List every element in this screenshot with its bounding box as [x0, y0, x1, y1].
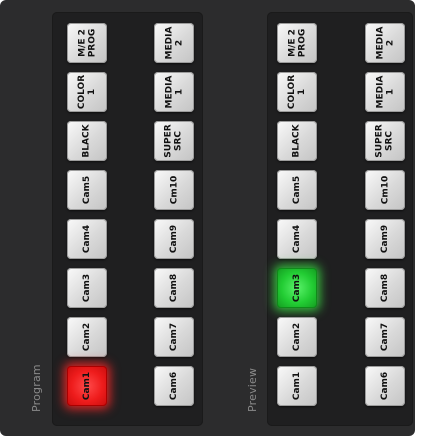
btn-text-line-1: Cam8 — [168, 273, 179, 303]
btn-text-line-1: Cam1 — [291, 371, 302, 401]
btn-text-line-1: Cam7 — [379, 322, 390, 352]
btn-text-line-1: Cm10 — [379, 175, 390, 205]
btn-text-line-1: Cam3 — [291, 273, 302, 303]
switcher-window: Program M/E 2 PROG MEDIA 2 COLOR 1 MEDIA 1 B… — [0, 0, 415, 436]
btn-text-line-1: Cam4 — [291, 224, 302, 254]
btn-text-line-1: Cam3 — [81, 273, 92, 303]
program-label: Program — [30, 364, 43, 412]
btn-text-line-1: SUPER — [164, 124, 174, 158]
preview-cam7-button[interactable]: Cam7 — [365, 317, 405, 357]
btn-text-line-2: SRC — [385, 130, 395, 152]
preview-black-button[interactable]: BLACK — [277, 121, 317, 161]
btn-text-line-1: COLOR — [76, 74, 87, 110]
btn-text-line-2: PROG — [296, 28, 307, 58]
preview-media2-button[interactable]: MEDIA 2 — [365, 23, 405, 63]
btn-text-line-2: 1 — [86, 88, 97, 96]
preview-cam9-button[interactable]: Cam9 — [365, 219, 405, 259]
btn-text-line-2: SRC — [174, 130, 184, 152]
preview-color1-button[interactable]: COLOR 1 — [277, 72, 317, 112]
preview-supersrc-button[interactable]: SUPER SRC — [365, 121, 405, 161]
btn-text-line-1: M/E 2 — [76, 29, 87, 57]
program-cam6-button[interactable]: Cam6 — [154, 366, 194, 406]
program-cam7-button[interactable]: Cam7 — [154, 317, 194, 357]
btn-text-line-1: Cam2 — [291, 322, 302, 352]
btn-text-line-1: Cam9 — [379, 224, 390, 254]
btn-text-line-1: Cam5 — [291, 175, 302, 205]
btn-text-line-2: 1 — [384, 88, 395, 96]
btn-text-line-2: 2 — [173, 39, 184, 47]
program-cam4-button[interactable]: Cam4 — [67, 219, 107, 259]
btn-text-line-2: PROG — [86, 28, 97, 58]
program-color1-button[interactable]: COLOR 1 — [67, 72, 107, 112]
btn-text-line-1: BLACK — [291, 124, 302, 158]
preview-cam1-button[interactable]: Cam1 — [277, 366, 317, 406]
btn-text-line-1: M/E 2 — [286, 29, 297, 57]
btn-text-line-1: Cam2 — [81, 322, 92, 352]
preview-cam5-button[interactable]: Cam5 — [277, 170, 317, 210]
program-cam9-button[interactable]: Cam9 — [154, 219, 194, 259]
preview-label: Preview — [246, 367, 259, 412]
preview-media1-button[interactable]: MEDIA 1 — [365, 72, 405, 112]
program-mre2-prog-button[interactable]: M/E 2 PROG — [67, 23, 107, 63]
preview-cm10-button[interactable]: Cm10 — [365, 170, 405, 210]
preview-mre2-prog-button[interactable]: M/E 2 PROG — [277, 23, 317, 63]
program-cam8-button[interactable]: Cam8 — [154, 268, 194, 308]
btn-text-line-1: BLACK — [81, 124, 92, 158]
preview-cam8-button[interactable]: Cam8 — [365, 268, 405, 308]
btn-text-line-1: Cam1 — [81, 371, 92, 401]
preview-cam2-button[interactable]: Cam2 — [277, 317, 317, 357]
program-cam2-button[interactable]: Cam2 — [67, 317, 107, 357]
btn-text-line-2: 1 — [296, 88, 307, 96]
program-media2-button[interactable]: MEDIA 2 — [154, 23, 194, 63]
program-cam5-button[interactable]: Cam5 — [67, 170, 107, 210]
btn-text-line-1: MEDIA — [374, 75, 385, 109]
btn-text-line-1: Cam6 — [168, 371, 179, 401]
btn-text-line-1: Cm10 — [168, 175, 179, 205]
program-supersrc-button[interactable]: SUPER SRC — [154, 121, 194, 161]
btn-text-line-1: Cam8 — [379, 273, 390, 303]
btn-text-line-2: 2 — [384, 39, 395, 47]
btn-text-line-1: MEDIA — [163, 75, 174, 109]
preview-cam4-button[interactable]: Cam4 — [277, 219, 317, 259]
btn-text-line-1: COLOR — [286, 74, 297, 110]
btn-text-line-1: Cam9 — [168, 224, 179, 254]
btn-text-line-1: Cam6 — [379, 371, 390, 401]
program-media1-button[interactable]: MEDIA 1 — [154, 72, 194, 112]
btn-text-line-1: SUPER — [375, 124, 385, 158]
btn-text-line-1: Cam4 — [81, 224, 92, 254]
btn-text-line-1: Cam5 — [81, 175, 92, 205]
preview-cam6-button[interactable]: Cam6 — [365, 366, 405, 406]
program-cam1-button[interactable]: Cam1 — [67, 366, 107, 406]
preview-cam3-button[interactable]: Cam3 — [277, 268, 317, 308]
btn-text-line-1: MEDIA — [374, 26, 385, 60]
btn-text-line-1: Cam7 — [168, 322, 179, 352]
program-cm10-button[interactable]: Cm10 — [154, 170, 194, 210]
btn-text-line-2: 1 — [173, 88, 184, 96]
btn-text-line-1: MEDIA — [163, 26, 174, 60]
program-black-button[interactable]: BLACK — [67, 121, 107, 161]
program-cam3-button[interactable]: Cam3 — [67, 268, 107, 308]
